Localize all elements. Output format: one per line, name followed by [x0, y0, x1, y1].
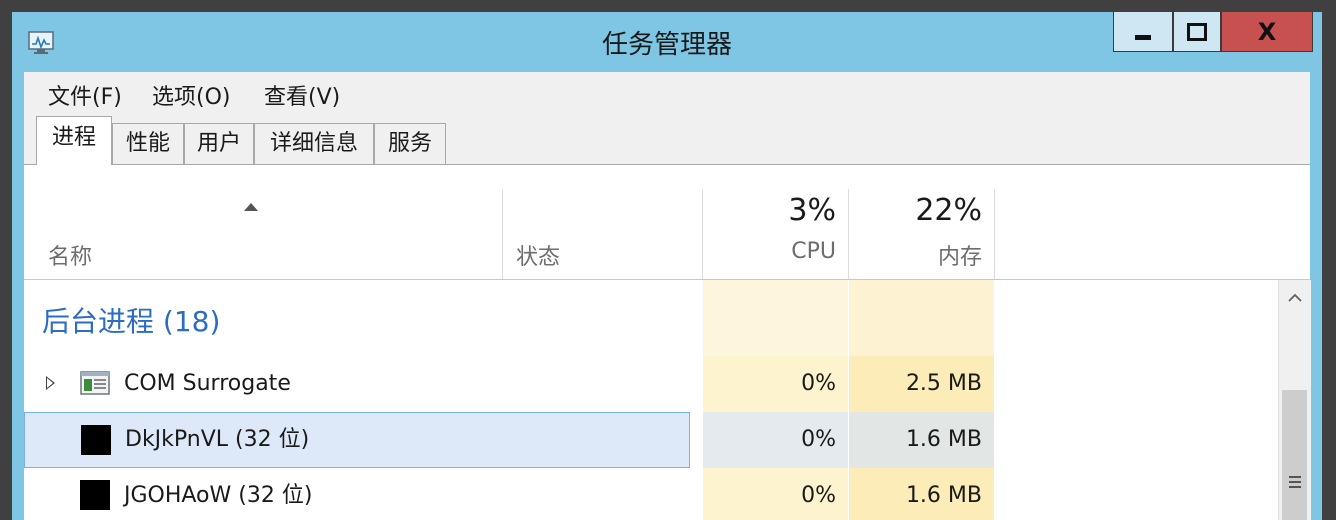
process-row[interactable]: JGOHAoW (32 位) 0% 1.6 MB	[24, 468, 1276, 520]
cpu-group-heat	[703, 280, 848, 356]
tab-strip: 进程 性能 用户 详细信息 服务	[24, 114, 1310, 165]
process-name: DkJkPnVL (32 位)	[125, 427, 310, 452]
column-memory-header[interactable]: 内存	[938, 239, 982, 271]
process-list: 后台进程 (18) COM Surrogate 0% 2.5 MB DkJkPn…	[24, 280, 1311, 520]
process-name: JGOHAoW (32 位)	[124, 483, 313, 508]
cpu-cell-selected	[703, 412, 848, 468]
tab-processes[interactable]: 进程	[36, 116, 112, 165]
tab-performance[interactable]: 性能	[112, 123, 184, 164]
process-memory: 2.5 MB	[905, 371, 982, 396]
minimize-button[interactable]	[1113, 12, 1173, 52]
tab-details[interactable]: 详细信息	[254, 123, 374, 164]
column-divider[interactable]	[848, 189, 849, 279]
column-cpu-header[interactable]: CPU	[791, 239, 836, 264]
process-name: COM Surrogate	[124, 371, 291, 396]
scroll-thumb[interactable]	[1282, 390, 1307, 520]
column-divider[interactable]	[502, 189, 503, 279]
tab-services[interactable]: 服务	[374, 123, 446, 164]
black-square-icon	[80, 480, 110, 510]
close-button[interactable]: X	[1221, 12, 1313, 52]
memory-usage-total: 22%	[915, 193, 982, 228]
window-app-icon	[80, 371, 110, 395]
column-name-header[interactable]: 名称	[48, 239, 92, 271]
menu-bar: 文件(F) 选项(O) 查看(V)	[24, 72, 1310, 114]
column-divider[interactable]	[702, 189, 703, 279]
memory-group-heat	[849, 280, 994, 356]
client-area: 文件(F) 选项(O) 查看(V) 进程 性能 用户 详细信息 服务 名称 状态…	[24, 72, 1311, 520]
memory-cell-selected	[849, 412, 994, 468]
tab-users[interactable]: 用户	[184, 123, 254, 164]
black-square-icon	[81, 425, 111, 455]
process-cpu: 0%	[801, 483, 836, 508]
menu-options[interactable]: 选项(O)	[152, 79, 230, 111]
sort-ascending-icon	[244, 203, 258, 211]
expand-arrow-icon[interactable]	[46, 376, 55, 390]
cpu-usage-total: 3%	[788, 193, 836, 228]
chevron-up-icon	[1288, 293, 1302, 302]
minimize-icon	[1135, 35, 1151, 40]
scroll-up-button[interactable]	[1279, 280, 1311, 316]
maximize-button[interactable]	[1173, 12, 1221, 52]
menu-file[interactable]: 文件(F)	[48, 79, 122, 111]
process-row-selected[interactable]: DkJkPnVL (32 位)	[24, 412, 690, 468]
process-row[interactable]: COM Surrogate 0% 2.5 MB	[24, 356, 1276, 412]
task-manager-window: 任务管理器 X 文件(F) 选项(O) 查看(V) 进程 性能 用户 详细信息 …	[12, 12, 1322, 520]
column-header: 名称 状态 3% CPU 22% 内存	[24, 165, 1310, 280]
vertical-scrollbar[interactable]	[1278, 280, 1311, 520]
title-bar[interactable]: 任务管理器 X	[12, 12, 1322, 72]
maximize-icon	[1187, 22, 1207, 41]
process-memory: 1.6 MB	[905, 483, 982, 508]
close-icon: X	[1257, 17, 1277, 46]
grip-icon	[1289, 476, 1301, 491]
menu-view[interactable]: 查看(V)	[264, 79, 340, 111]
group-background-processes[interactable]: 后台进程 (18)	[42, 300, 220, 340]
column-divider[interactable]	[994, 189, 995, 279]
process-cpu: 0%	[801, 371, 836, 396]
column-status-header[interactable]: 状态	[516, 239, 560, 271]
